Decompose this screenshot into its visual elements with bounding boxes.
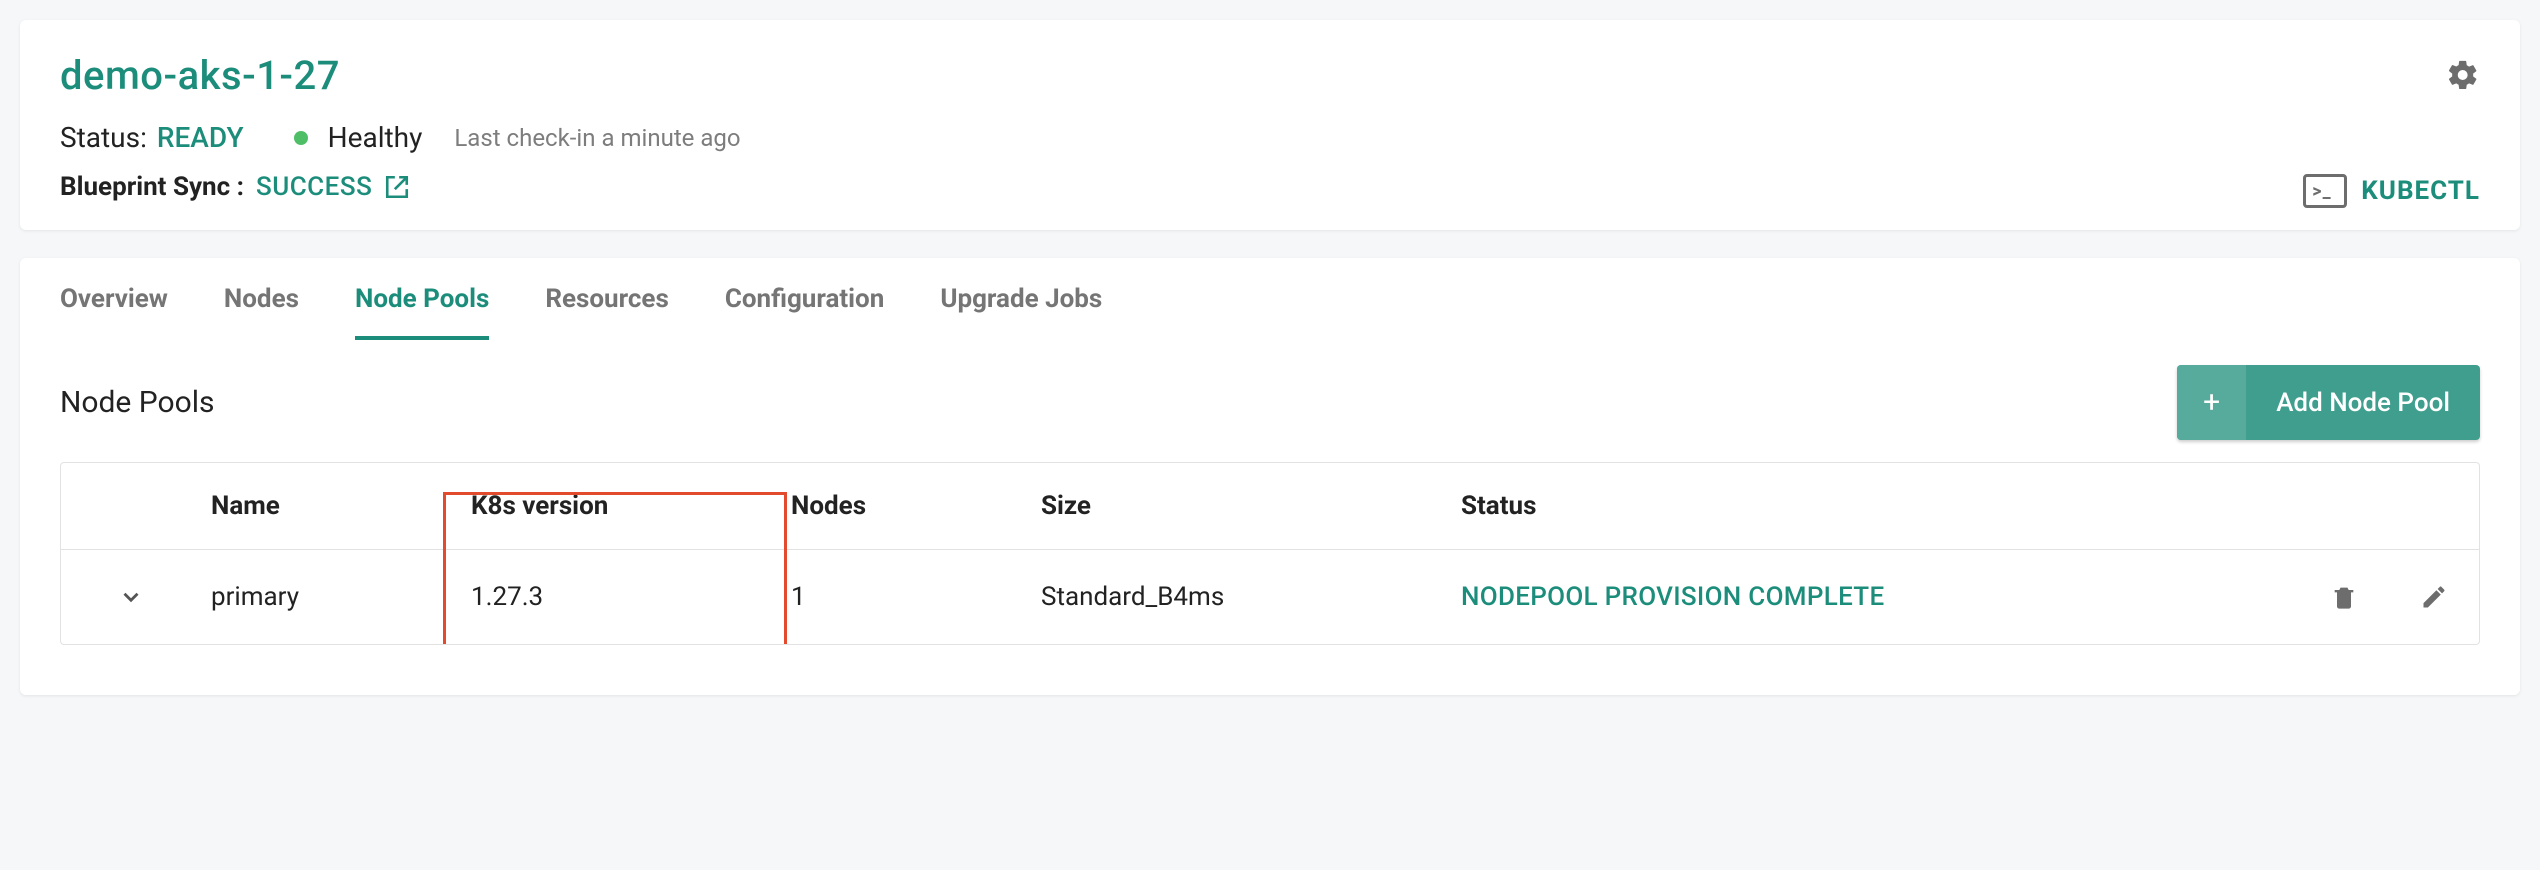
table-header-row: Name K8s version Nodes Size Status bbox=[61, 463, 2479, 550]
settings-button[interactable] bbox=[2446, 58, 2480, 92]
table-wrap: Name K8s version Nodes Size Status prima… bbox=[20, 462, 2520, 645]
cell-size: Standard_B4ms bbox=[1031, 550, 1451, 644]
cluster-title: demo-aks-1-27 bbox=[60, 52, 2480, 99]
col-delete bbox=[2299, 478, 2389, 534]
tab-configuration[interactable]: Configuration bbox=[725, 284, 884, 340]
status-value: READY bbox=[157, 121, 244, 154]
cell-name: primary bbox=[201, 550, 461, 644]
cluster-header-card: demo-aks-1-27 Status: READY Healthy Last… bbox=[20, 20, 2520, 230]
col-expander bbox=[61, 478, 201, 534]
kubectl-button[interactable]: >_ KUBECTL bbox=[2303, 174, 2480, 208]
health-text: Healthy bbox=[328, 121, 423, 154]
section-title: Node Pools bbox=[60, 385, 215, 420]
status-row: Status: READY Healthy Last check-in a mi… bbox=[60, 121, 2480, 154]
section-header: Node Pools + Add Node Pool bbox=[20, 341, 2520, 462]
tabs: Overview Nodes Node Pools Resources Conf… bbox=[20, 258, 2520, 341]
col-size: Size bbox=[1031, 463, 1451, 549]
cell-status: NODEPOOL PROVISION COMPLETE bbox=[1451, 550, 2299, 644]
col-name: Name bbox=[201, 463, 461, 549]
add-node-pool-label: Add Node Pool bbox=[2246, 368, 2480, 438]
cell-k8s-version: 1.27.3 bbox=[461, 550, 781, 644]
tab-overview[interactable]: Overview bbox=[60, 284, 168, 340]
health-dot-icon bbox=[294, 131, 308, 145]
col-nodes: Nodes bbox=[781, 463, 1031, 549]
cell-nodes: 1 bbox=[781, 550, 1031, 644]
add-node-pool-button[interactable]: + Add Node Pool bbox=[2177, 365, 2480, 440]
blueprint-value: SUCCESS bbox=[256, 172, 372, 202]
edit-row-button[interactable] bbox=[2389, 551, 2479, 643]
tab-resources[interactable]: Resources bbox=[545, 284, 669, 340]
highlight-box bbox=[443, 492, 787, 645]
tab-nodes[interactable]: Nodes bbox=[224, 284, 299, 340]
open-external-icon[interactable] bbox=[384, 174, 410, 200]
plus-icon: + bbox=[2177, 365, 2246, 440]
status-label: Status: bbox=[60, 121, 147, 154]
content-card: Overview Nodes Node Pools Resources Conf… bbox=[20, 258, 2520, 695]
blueprint-row: Blueprint Sync : SUCCESS bbox=[60, 172, 2480, 202]
col-edit bbox=[2389, 478, 2479, 534]
tab-node-pools[interactable]: Node Pools bbox=[355, 284, 489, 340]
col-status: Status bbox=[1451, 463, 2299, 549]
kubectl-label: KUBECTL bbox=[2361, 176, 2480, 206]
table-row: primary 1.27.3 1 Standard_B4ms NODEPOOL … bbox=[61, 550, 2479, 644]
terminal-icon: >_ bbox=[2303, 174, 2347, 208]
node-pool-table: Name K8s version Nodes Size Status prima… bbox=[60, 462, 2480, 645]
last-checkin-text: Last check-in a minute ago bbox=[454, 124, 740, 152]
expand-row-button[interactable] bbox=[61, 552, 201, 642]
tab-upgrade-jobs[interactable]: Upgrade Jobs bbox=[940, 284, 1102, 340]
blueprint-label: Blueprint Sync : bbox=[60, 172, 244, 202]
delete-row-button[interactable] bbox=[2299, 551, 2389, 643]
